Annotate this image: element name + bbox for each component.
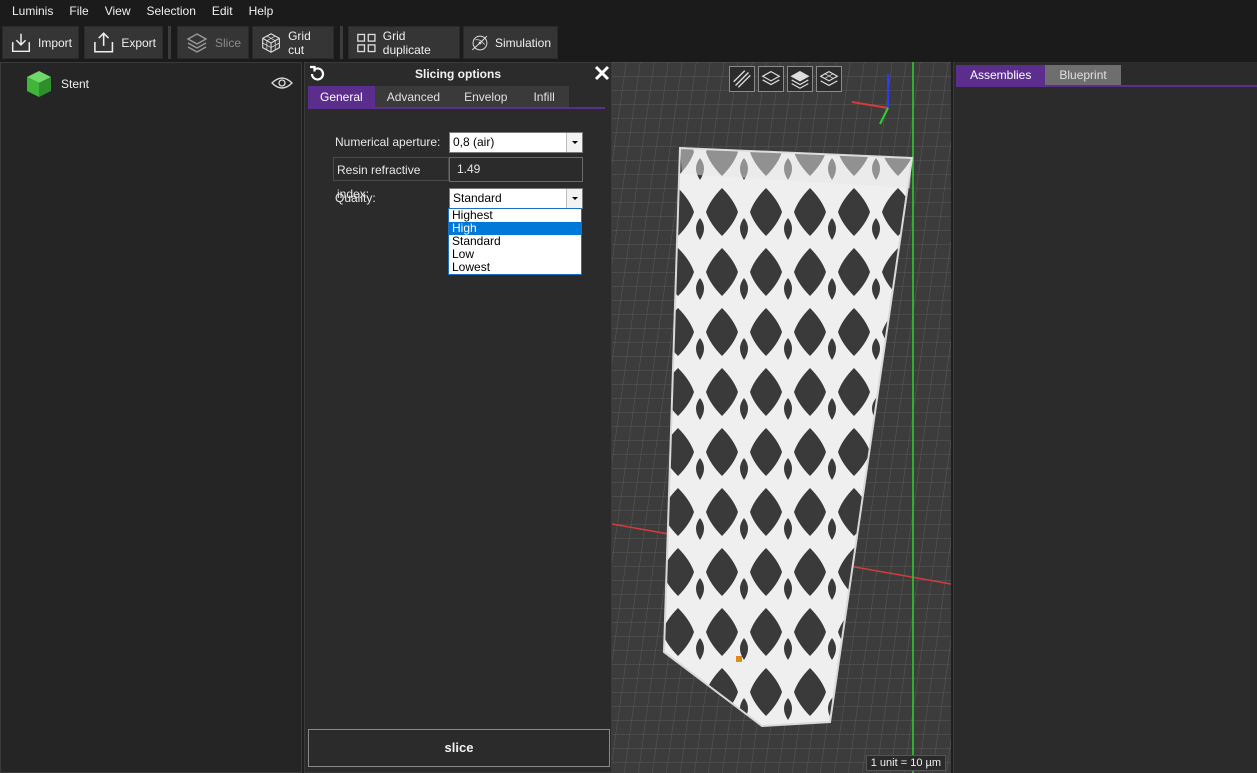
grid-cut-label: Grid cut [288,28,311,57]
slicing-options-panel: Slicing options General Advanced Envelop… [304,62,612,773]
resin-index-label: Resin refractive index: [333,157,449,201]
viewport-toolbar [729,66,842,92]
menu-help[interactable]: Help [241,0,282,22]
slice-submit-button[interactable]: slice [308,729,610,767]
chevron-down-icon[interactable] [566,133,582,152]
tab-general[interactable]: General [308,86,375,108]
tab-underline [308,107,605,109]
menu-luminis[interactable]: Luminis [4,0,61,22]
menu-bar: Luminis File View Selection Edit Help [0,0,1257,22]
slice-view-icon[interactable] [729,66,755,92]
quality-label: Quality: [335,191,376,205]
layers-icon[interactable] [758,66,784,92]
toolbar-separator [340,26,343,59]
3d-viewport[interactable]: 1 unit = 10 µm [612,62,951,773]
import-label: Import [37,35,72,50]
right-tabs: Assemblies Blueprint [956,65,1121,86]
menu-edit[interactable]: Edit [204,0,241,22]
grid-cut-button[interactable]: Grid cut [252,26,334,59]
layers-wire-icon[interactable] [816,66,842,92]
tab-envelop[interactable]: Envelop [452,86,520,108]
resin-index-input[interactable]: 1.49 [449,157,583,182]
tab-assemblies[interactable]: Assemblies [956,65,1046,86]
import-icon [11,33,31,52]
tree-item-label: Stent [61,77,90,91]
menu-selection[interactable]: Selection [139,0,204,22]
chevron-down-icon[interactable] [566,189,582,208]
slicing-tabs: General Advanced Envelop Infill [308,86,569,108]
slice-label: Slice [215,35,242,50]
export-label: Export [121,35,156,50]
numerical-aperture-row: Numerical aperture: 0,8 (air) [333,130,583,154]
assemblies-panel: Assemblies Blueprint [953,62,1257,773]
slice-button[interactable]: Slice [177,26,249,59]
numerical-aperture-label: Numerical aperture: [335,135,441,149]
quality-dropdown-list: Highest High Standard Low Lowest [448,208,582,275]
numerical-aperture-select[interactable]: 0,8 (air) [449,132,583,153]
toolbar: Import Export Slice Grid cut Grid duplic… [0,22,1257,62]
simulation-icon [471,35,488,50]
quality-row: Quality: Standard [333,186,583,210]
tab-blueprint[interactable]: Blueprint [1045,65,1121,86]
import-button[interactable]: Import [2,26,79,59]
menu-file[interactable]: File [61,0,96,22]
eye-icon[interactable] [271,75,293,91]
resin-index-row: Resin refractive index: 1.49 [333,157,583,201]
grid-duplicate-icon [357,33,376,52]
tab-advanced[interactable]: Advanced [374,86,453,108]
simulation-button[interactable]: Simulation [463,26,558,59]
cube-icon [27,71,51,97]
quality-option-lowest[interactable]: Lowest [449,261,581,274]
slicing-options-title: Slicing options [415,67,501,81]
tab-underline [956,85,1257,87]
layers-filled-icon[interactable] [787,66,813,92]
grid-duplicate-button[interactable]: Grid duplicate [348,26,460,59]
menu-view[interactable]: View [97,0,139,22]
tree-item-stent[interactable]: Stent [25,69,89,99]
scale-label: 1 unit = 10 µm [865,755,946,771]
quality-select[interactable]: Standard [449,188,583,209]
tab-infill[interactable]: Infill [519,86,569,108]
close-icon[interactable] [593,64,611,82]
numerical-aperture-value: 0,8 (air) [453,135,495,149]
simulation-label: Simulation [494,35,551,50]
export-icon [94,31,114,53]
object-tree-panel: Stent [0,62,302,773]
grid-cube-icon [262,32,280,53]
layers-icon [186,32,208,53]
build-grid [612,62,951,773]
quality-value: Standard [453,191,502,205]
grid-duplicate-label: Grid duplicate [382,28,431,57]
export-button[interactable]: Export [84,26,163,59]
toolbar-separator [168,26,171,59]
